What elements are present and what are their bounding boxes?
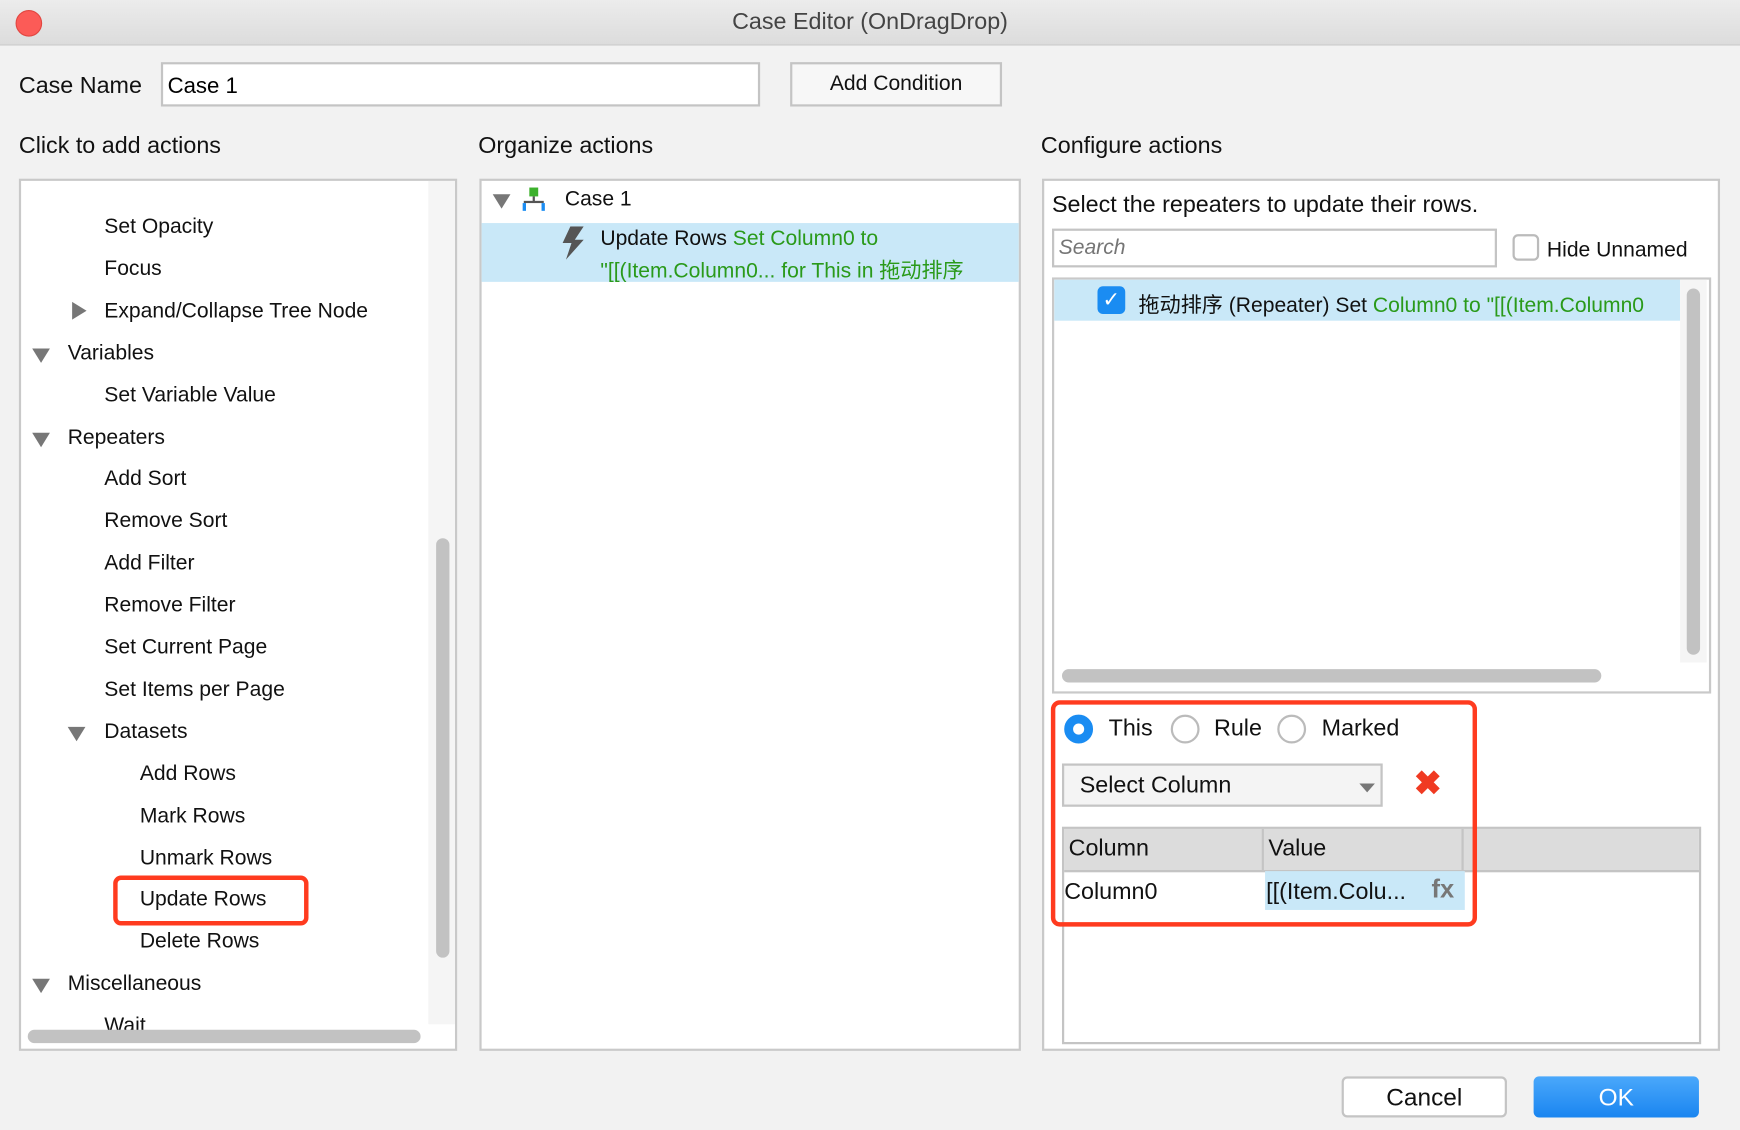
repeater-name: 拖动排序 (Repeater) Set [1138, 294, 1373, 318]
repeater-list: ✓ 拖动排序 (Repeater) Set Column0 to "[[(Ite… [1051, 277, 1712, 694]
tree-item[interactable]: Set Opacity [104, 215, 213, 239]
column-cell[interactable]: Column0 [1064, 879, 1157, 906]
configure-panel: Select the repeaters to update their row… [1042, 178, 1721, 1051]
horizontal-scrollbar[interactable] [27, 1029, 421, 1044]
select-column-dropdown[interactable]: Select Column [1061, 763, 1383, 807]
radio-marked[interactable] [1277, 714, 1307, 744]
instruction-text: Select the repeaters to update their row… [1051, 191, 1479, 218]
lightning-icon [562, 226, 584, 260]
value-text: [[(Item.Colu... [1266, 878, 1407, 905]
actions-tree: Set Opacity Focus Expand/Collapse Tree Nod… [18, 178, 458, 1051]
radio-marked-label: Marked [1321, 715, 1400, 742]
tree-item[interactable]: Set Variable Value [104, 384, 276, 408]
tree-item[interactable]: Datasets [104, 720, 187, 744]
value-cell[interactable]: [[(Item.Colu... fx [1265, 871, 1465, 910]
tree-item[interactable]: Focus [104, 257, 161, 281]
tree-item[interactable]: Set Current Page [104, 636, 267, 660]
collapse-arrow-icon[interactable] [492, 194, 511, 209]
tree-item[interactable]: Miscellaneous [68, 972, 202, 996]
radio-rule[interactable] [1170, 714, 1200, 744]
case-name-label: Case Name [18, 73, 142, 99]
ok-button[interactable]: OK [1533, 1076, 1699, 1118]
collapse-arrow-icon[interactable] [32, 348, 50, 363]
cancel-button[interactable]: Cancel [1341, 1076, 1507, 1118]
delete-icon[interactable]: ✖ [1414, 765, 1442, 804]
action-detail-continued: "[[(Item.Column0... for This in 拖动排序 [600, 259, 964, 283]
tree-item[interactable]: Unmark Rows [140, 846, 272, 870]
case-label[interactable]: Case 1 [565, 188, 632, 212]
action-row-update-rows[interactable]: Update Rows Set Column0 to "[[(Item.Colu… [481, 223, 1019, 283]
tree-item[interactable]: Add Filter [104, 552, 194, 576]
tree-item[interactable]: Delete Rows [140, 930, 260, 954]
add-actions-heading: Click to add actions [18, 133, 221, 159]
tree-item[interactable]: Remove Sort [104, 510, 227, 534]
tree-item[interactable]: Set Items per Page [104, 678, 284, 702]
organize-actions-heading: Organize actions [478, 133, 654, 159]
fx-button[interactable]: fx [1432, 874, 1455, 904]
column-value-table: Column Value Column0 [[(Item.Colu... fx [1061, 826, 1702, 1045]
collapse-arrow-icon[interactable] [67, 726, 86, 742]
organize-actions-tree: Case 1 Update Rows Set Column0 to "[[(It… [479, 178, 1021, 1051]
case-name-input[interactable] [160, 62, 761, 107]
action-detail: Set Column0 to [732, 227, 879, 251]
tree-item[interactable]: Add Sort [104, 468, 186, 492]
column-header[interactable]: Column [1064, 828, 1264, 871]
radio-this[interactable] [1064, 714, 1094, 744]
select-column-value: Select Column [1079, 772, 1232, 798]
repeater-row[interactable]: ✓ 拖动排序 (Repeater) Set Column0 to "[[(Ite… [1054, 279, 1681, 321]
configure-actions-heading: Configure actions [1040, 133, 1223, 159]
hide-unnamed-checkbox[interactable] [1512, 234, 1540, 261]
window-title: Case Editor (OnDragDrop) [732, 8, 1008, 35]
chevron-down-icon [1359, 783, 1375, 793]
collapse-arrow-icon[interactable] [32, 432, 50, 447]
vertical-scrollbar[interactable] [436, 538, 450, 958]
tree-item[interactable]: Repeaters [68, 426, 165, 450]
repeater-detail: Column0 to "[[(Item.Column0 [1372, 294, 1645, 318]
tree-item[interactable]: Remove Filter [104, 594, 235, 618]
repeater-checkbox-checked-icon[interactable]: ✓ [1097, 286, 1126, 315]
horizontal-scrollbar[interactable] [1061, 669, 1602, 683]
hide-unnamed-label: Hide Unnamed [1546, 238, 1688, 262]
add-condition-button[interactable]: Add Condition [790, 62, 1003, 107]
highlight-box [113, 875, 309, 926]
expand-arrow-icon[interactable] [72, 301, 87, 320]
collapse-arrow-icon[interactable] [32, 978, 50, 994]
tree-item[interactable]: Expand/Collapse Tree Node [104, 299, 368, 323]
radio-this-label: This [1108, 715, 1153, 742]
tree-item[interactable]: Variables [68, 341, 154, 365]
vertical-scrollbar[interactable] [1686, 288, 1701, 655]
action-name: Update Rows [600, 227, 727, 251]
search-input[interactable] [1051, 228, 1497, 268]
radio-rule-label: Rule [1214, 715, 1262, 742]
tree-item[interactable]: Add Rows [140, 762, 236, 786]
value-header[interactable]: Value [1263, 828, 1464, 871]
case-icon [522, 187, 545, 211]
title-bar: Case Editor (OnDragDrop) [0, 0, 1740, 46]
tree-item[interactable]: Mark Rows [140, 804, 245, 828]
